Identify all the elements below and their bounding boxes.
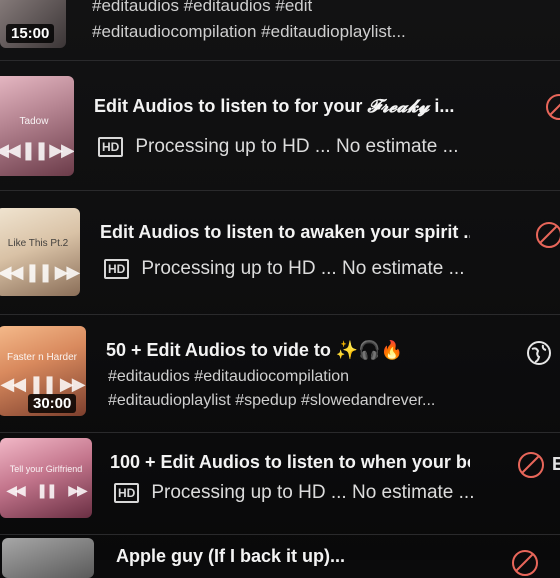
rewind-icon: ◀◀ — [0, 262, 23, 282]
hd-icon: HD — [98, 137, 124, 157]
processing-status: HD Processing up to HD ... No estimate .… — [104, 258, 464, 280]
player-controls: ◀◀ ❚❚ ▶▶ — [0, 140, 74, 161]
thumbnail-text: Like This Pt.2 — [7, 238, 69, 249]
player-controls: ◀◀ ❚❚ ▶▶ — [0, 262, 80, 283]
video-thumbnail[interactable]: Like This Pt.2 ◀◀ ❚❚ ▶▶ — [0, 208, 80, 296]
video-thumbnail[interactable]: 15:00 — [0, 0, 66, 48]
rewind-icon: ◀◀ — [0, 140, 21, 160]
video-description: #editaudios #editaudiocompilation — [108, 368, 350, 385]
restricted-icon[interactable] — [546, 94, 560, 120]
pause-icon: ❚❚ — [36, 482, 58, 498]
video-row[interactable]: Apple guy (If I back it up)... — [0, 534, 560, 578]
video-row[interactable]: Like This Pt.2 ◀◀ ❚❚ ▶▶ Edit Audios to l… — [0, 190, 560, 315]
hd-icon: HD — [104, 259, 130, 279]
processing-text: Processing up to HD ... No estimate ... — [135, 136, 459, 157]
fast-forward-icon: ▶▶ — [49, 140, 74, 160]
processing-text: Processing up to HD ... No estimate ... — [151, 482, 475, 503]
processing-text: Processing up to HD ... No estimate ... — [141, 258, 465, 279]
video-row[interactable]: Faster n Harder ◀◀ ❚❚ ▶▶ 30:00 50 + Edit… — [0, 314, 560, 433]
video-title[interactable]: Edit Audios to listen to for your 𝓕𝓻𝓮𝓪𝓴𝔂… — [94, 96, 476, 117]
rewind-icon: ◀◀ — [0, 374, 26, 394]
video-list: 15:00 #editaudios #editaudios #edit #edi… — [0, 0, 560, 578]
fast-forward-icon: ▶▶ — [59, 374, 86, 394]
fast-forward-icon: ▶▶ — [68, 482, 87, 498]
duration-badge: 30:00 — [28, 394, 77, 413]
video-row[interactable]: Tadow ◀◀ ❚❚ ▶▶ Edit Audios to listen to … — [0, 62, 560, 191]
video-thumbnail[interactable]: Faster n Harder ◀◀ ❚❚ ▶▶ 30:00 — [0, 326, 86, 416]
restricted-icon[interactable] — [536, 222, 560, 248]
video-title-text: Edit Audios to listen to for your — [94, 96, 363, 116]
player-controls: ◀◀ ❚❚ ▶▶ — [0, 482, 92, 499]
rewind-icon: ◀◀ — [6, 482, 25, 498]
thumbnail-text: Tadow — [19, 116, 49, 127]
globe-icon[interactable] — [526, 340, 552, 366]
video-thumbnail[interactable]: Tadow ◀◀ ❚❚ ▶▶ — [0, 76, 74, 176]
video-title[interactable]: Edit Audios to listen to awaken your spi… — [100, 222, 470, 243]
video-row[interactable]: 15:00 #editaudios #editaudios #edit #edi… — [0, 0, 560, 61]
video-thumbnail[interactable] — [2, 538, 94, 578]
video-title-fancy: 𝓕𝓻𝓮𝓪𝓴𝔂 — [367, 96, 430, 117]
duration-badge: 15:00 — [6, 24, 55, 43]
hd-icon: HD — [114, 483, 140, 503]
restricted-icon[interactable] — [518, 452, 544, 478]
player-controls: ◀◀ ❚❚ ▶▶ — [0, 374, 86, 395]
pause-icon: ❚❚ — [20, 140, 49, 160]
video-row[interactable]: Tell your Girlfriend ◀◀ ❚❚ ▶▶ 100 + Edit… — [0, 432, 560, 535]
processing-status: HD Processing up to HD ... No estimate .… — [114, 482, 474, 504]
fast-forward-icon: ▶▶ — [54, 262, 80, 282]
video-title-tail: i... — [434, 96, 455, 116]
video-title[interactable]: 50 + Edit Audios to vide to ✨🎧🔥 — [106, 340, 406, 361]
video-thumbnail[interactable]: Tell your Girlfriend ◀◀ ❚❚ ▶▶ — [0, 438, 92, 518]
pause-icon: ❚❚ — [28, 374, 57, 394]
video-description: #editaudiocompilation #editaudioplaylist… — [92, 22, 406, 41]
video-title[interactable]: Apple guy (If I back it up)... — [116, 546, 496, 567]
pause-icon: ❚❚ — [24, 262, 53, 282]
video-description: #editaudioplaylist #spedup #slowedandrev… — [108, 392, 436, 409]
video-title[interactable]: 100 + Edit Audios to listen to when your… — [110, 452, 470, 473]
processing-status: HD Processing up to HD ... No estimate .… — [98, 136, 458, 158]
video-description: #editaudios #editaudios #edit — [92, 0, 313, 15]
edge-text: E — [552, 454, 560, 474]
thumbnail-text: Faster n Harder — [6, 352, 78, 363]
thumbnail-text: Tell your Girlfriend — [9, 464, 83, 474]
restricted-icon[interactable] — [512, 550, 538, 576]
